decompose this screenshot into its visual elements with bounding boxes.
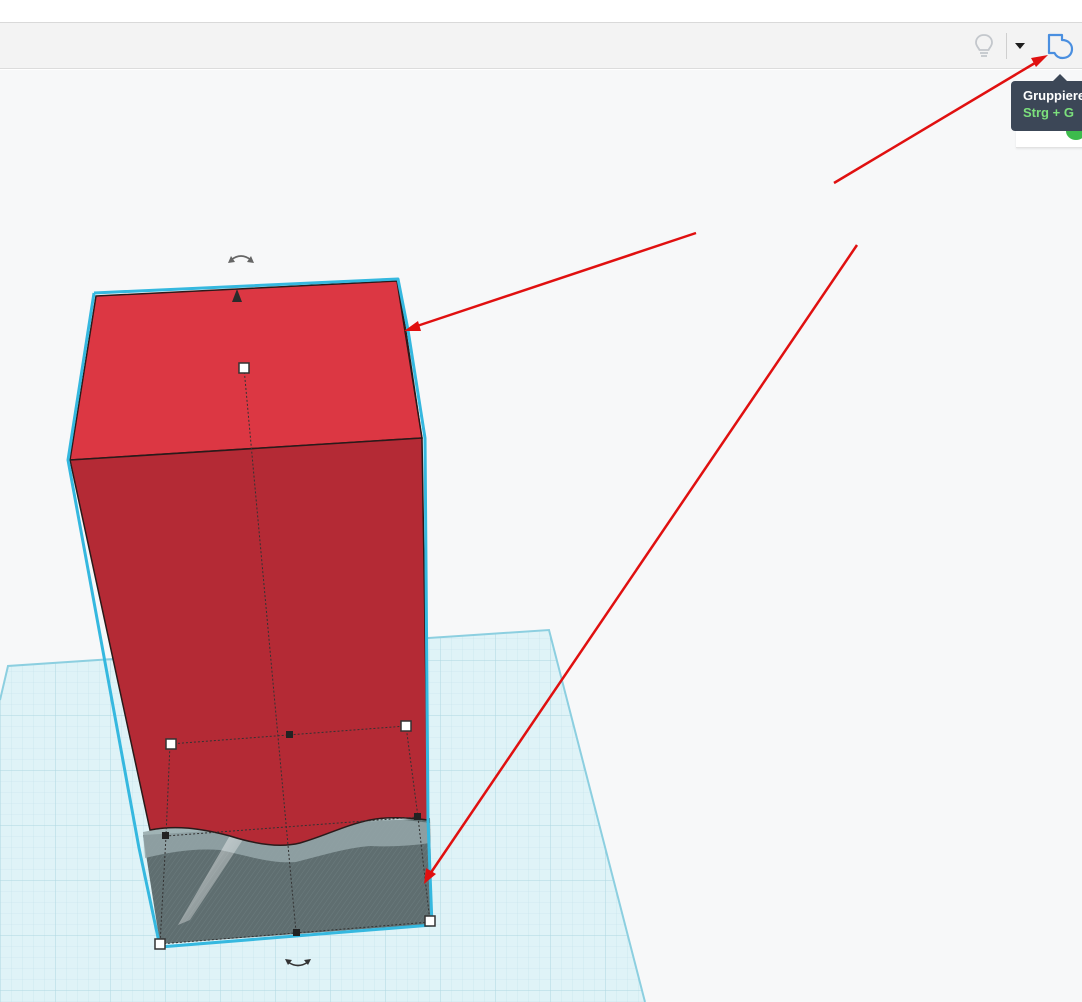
corner-handle-back-left[interactable] — [165, 738, 177, 750]
edge-handle-left[interactable] — [162, 832, 169, 839]
tooltip-title: Gruppiere — [1023, 88, 1082, 103]
annotation-arrow-to-red-box — [404, 231, 697, 331]
height-handle[interactable] — [238, 362, 250, 374]
corner-handle-front-left[interactable] — [154, 938, 166, 950]
edge-handle-center[interactable] — [286, 731, 293, 738]
tooltip-shortcut: Strg + G — [1023, 105, 1074, 120]
scene-canvas[interactable] — [0, 0, 1082, 1002]
edge-handle-right[interactable] — [414, 813, 421, 820]
group-tooltip: Gruppiere Strg + G — [1011, 74, 1082, 131]
corner-handle-front-right[interactable] — [424, 915, 436, 927]
annotation-arrow-to-hole — [424, 244, 859, 884]
edge-handle-bottom[interactable] — [293, 929, 300, 936]
rotate-top-icon[interactable] — [228, 255, 254, 263]
corner-handle-back-right[interactable] — [400, 720, 412, 732]
